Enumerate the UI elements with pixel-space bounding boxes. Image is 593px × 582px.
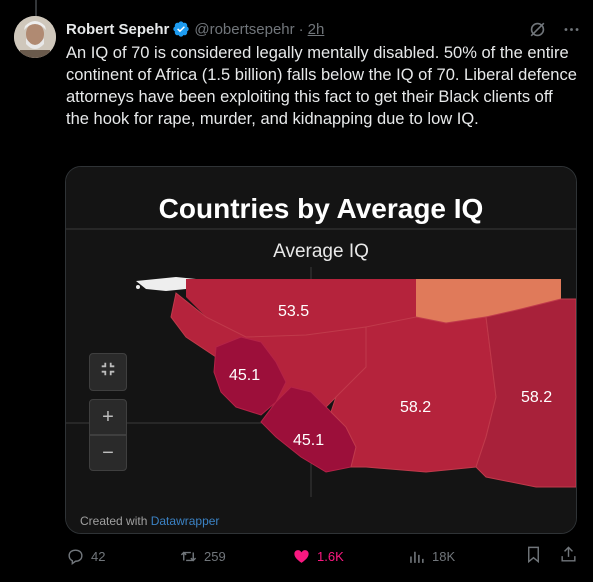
reply-icon: [68, 548, 83, 565]
views-button[interactable]: 18K: [407, 547, 524, 566]
tweet-media-card[interactable]: Countries by Average IQ Average IQ 53.5 …: [65, 166, 577, 534]
retweet-count: 259: [204, 548, 226, 564]
thread-line: [35, 0, 37, 16]
separator-dot: ·: [298, 20, 304, 38]
more-icon[interactable]: [561, 19, 581, 39]
region-value-label: 53.5: [278, 303, 310, 320]
author-name[interactable]: Robert Sepehr: [66, 21, 169, 38]
avatar[interactable]: [14, 16, 56, 58]
like-count: 1.6K: [317, 548, 344, 564]
retweet-icon: [180, 551, 197, 561]
region-value-label: 58.2: [400, 399, 432, 416]
grok-icon[interactable]: [527, 19, 547, 39]
datawrapper-link[interactable]: Datawrapper: [151, 514, 220, 528]
region-value-label: 45.1: [229, 367, 261, 384]
tweet-header: Robert Sepehr @robertsepehr · 2h: [66, 18, 581, 40]
views-icon: [410, 551, 424, 563]
share-icon: [561, 546, 576, 562]
views-count: 18K: [432, 548, 456, 564]
action-bar-right: [524, 545, 578, 567]
region-value-label: 45.1: [293, 432, 325, 449]
bookmark-button[interactable]: [524, 545, 543, 567]
reply-count: 42: [91, 548, 106, 564]
heart-icon: [294, 549, 309, 563]
like-button[interactable]: 1.6K: [292, 547, 407, 566]
zoom-out-button[interactable]: −: [89, 435, 127, 471]
collapse-icon: [99, 360, 117, 384]
zoom-in-button[interactable]: +: [89, 399, 127, 435]
verified-badge-icon: [172, 20, 190, 38]
credit-prefix: Created with: [80, 514, 148, 528]
chart-title: Countries by Average IQ: [158, 193, 484, 224]
reply-button[interactable]: 42: [66, 547, 179, 566]
action-bar: 42 259 1.6K 18K: [66, 544, 578, 568]
tweet-text: An IQ of 70 is considered legally mental…: [66, 44, 582, 128]
region-value-label: 58.2: [521, 389, 553, 406]
chart-credit: Created with Datawrapper: [80, 514, 219, 528]
bookmark-icon: [528, 546, 539, 564]
author-handle[interactable]: @robertsepehr: [194, 21, 294, 38]
retweet-button[interactable]: 259: [179, 547, 292, 566]
legend-label: Average IQ: [273, 241, 369, 262]
timestamp[interactable]: 2h: [308, 21, 325, 38]
collapse-button[interactable]: [89, 353, 127, 391]
share-button[interactable]: [559, 545, 578, 567]
